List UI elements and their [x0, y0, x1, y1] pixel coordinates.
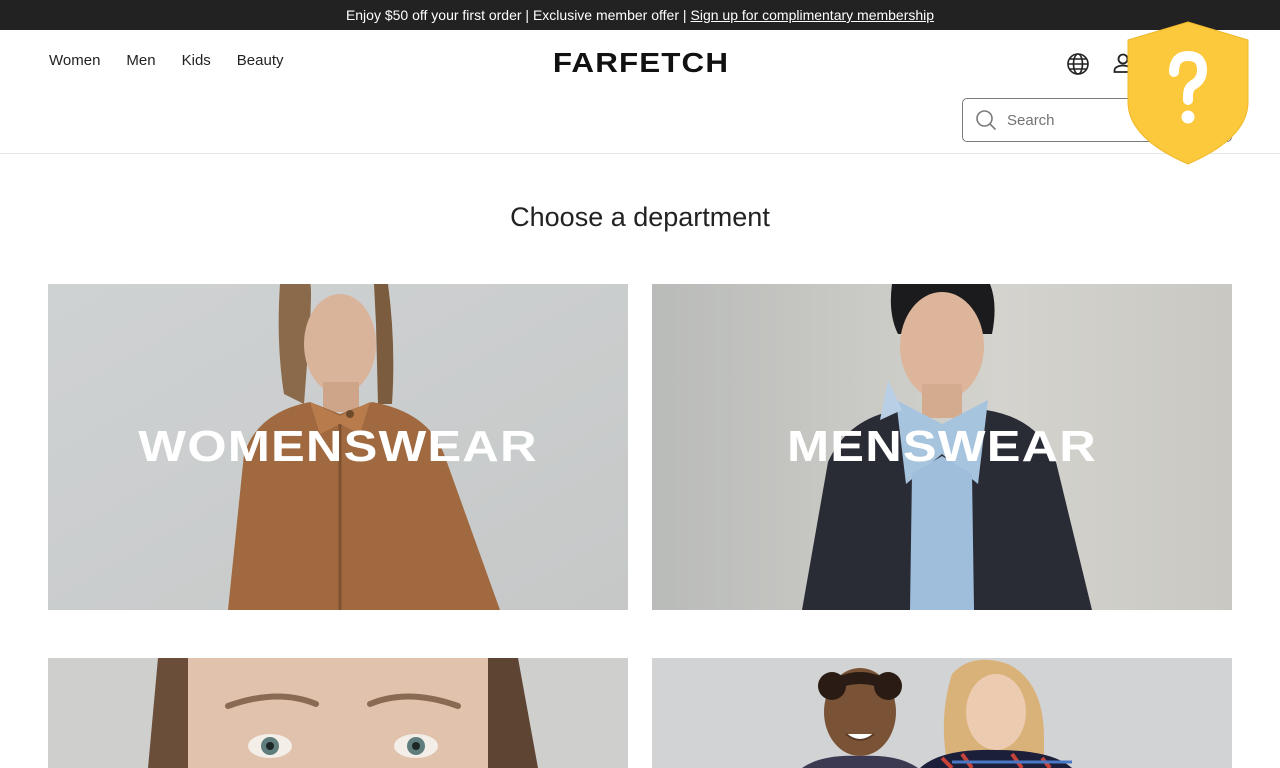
promo-bar: Enjoy $50 off your first order | Exclusi…: [0, 0, 1280, 30]
department-nav: Women Men Kids Beauty: [49, 52, 284, 69]
page-title: Choose a department: [510, 202, 770, 232]
globe-icon[interactable]: [1066, 52, 1090, 76]
department-card-menswear[interactable]: MENSWEAR: [652, 284, 1232, 610]
department-card-womenswear[interactable]: WOMENSWEAR: [48, 284, 628, 610]
promo-text: Enjoy $50 off your first order | Exclusi…: [345, 7, 687, 23]
shield-question-icon[interactable]: [1126, 20, 1250, 166]
site-header: Women Men Kids Beauty FARFETCH: [0, 30, 1280, 154]
department-card-beauty[interactable]: [48, 658, 628, 768]
department-label: WOMENSWEAR: [138, 422, 538, 471]
department-card-kids[interactable]: [652, 658, 1232, 768]
nav-item-kids[interactable]: Kids: [182, 52, 211, 69]
search-icon: [976, 110, 997, 131]
brand-logo[interactable]: FARFETCH: [528, 47, 754, 78]
membership-signup-link[interactable]: Sign up for complimentary membership: [691, 7, 935, 23]
nav-item-women[interactable]: Women: [49, 52, 100, 69]
nav-item-beauty[interactable]: Beauty: [237, 52, 284, 69]
department-label: MENSWEAR: [787, 422, 1097, 471]
nav-item-men[interactable]: Men: [126, 52, 155, 69]
beauty-image: [48, 658, 628, 768]
kids-image: [652, 658, 1232, 768]
